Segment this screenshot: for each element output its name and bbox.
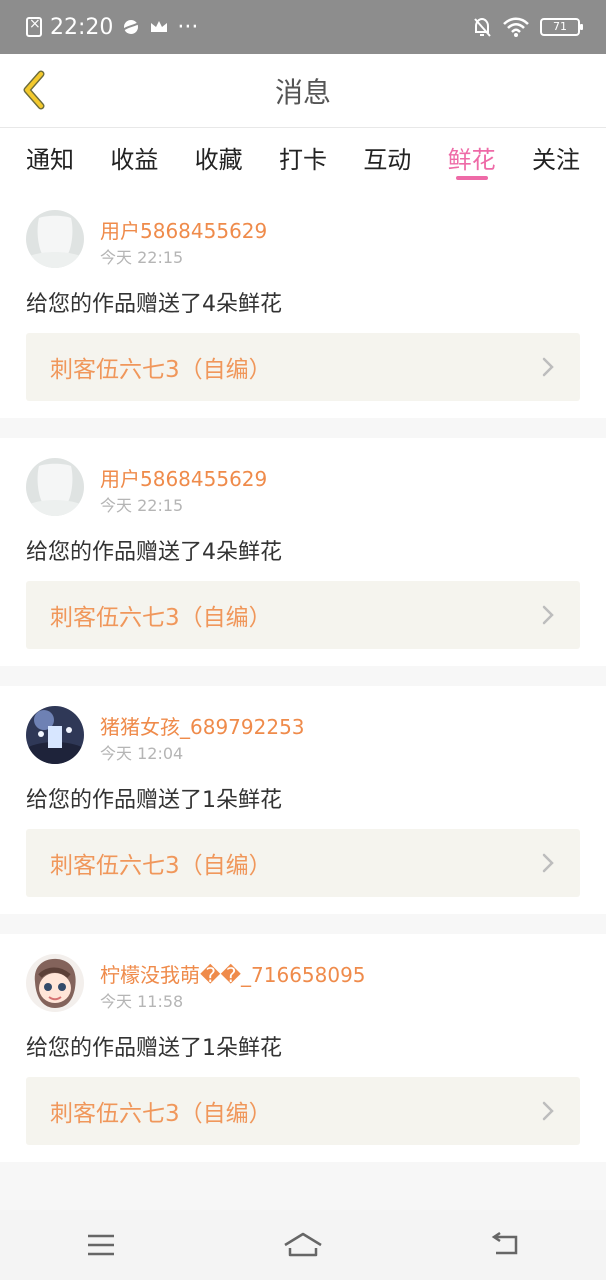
mute-icon xyxy=(474,17,491,37)
back-button[interactable] xyxy=(14,68,54,112)
message-text: 给您的作品赠送了4朵鲜花 xyxy=(26,292,282,317)
work-title: 刺客伍六七3（自编） xyxy=(50,357,272,383)
status-time: 22:20 xyxy=(50,14,114,40)
battery-icon: 71 xyxy=(540,18,583,36)
message-time: 今天 11:58 xyxy=(100,992,184,1011)
chevron-right-icon xyxy=(540,1100,556,1122)
message-text: 给您的作品赠送了1朵鲜花 xyxy=(26,1036,282,1061)
wifi-icon xyxy=(503,17,529,37)
anime-avatar-icon xyxy=(26,954,84,1012)
chevron-right-icon xyxy=(540,604,556,626)
work-link[interactable]: 刺客伍六七3（自编） xyxy=(26,581,580,649)
work-title: 刺客伍六七3（自编） xyxy=(50,605,272,631)
status-more: ··· xyxy=(177,14,199,40)
tab-check-in[interactable]: 打卡 xyxy=(265,128,341,190)
photo-avatar-icon xyxy=(26,706,84,764)
tab-follow[interactable]: 关注 xyxy=(518,128,594,190)
work-title: 刺客伍六七3（自编） xyxy=(50,853,272,879)
username[interactable]: 用户5868455629 xyxy=(100,215,267,244)
menu-icon[interactable] xyxy=(71,1223,131,1267)
message-card: 用户5868455629 今天 22:15 给您的作品赠送了4朵鲜花 刺客伍六七… xyxy=(0,190,606,418)
tab-earnings[interactable]: 收益 xyxy=(96,128,172,190)
username[interactable]: 用户5868455629 xyxy=(100,463,267,492)
flower-message-list: 用户5868455629 今天 22:15 给您的作品赠送了4朵鲜花 刺客伍六七… xyxy=(0,190,606,1182)
navigation-bar: 消息 xyxy=(0,54,606,128)
message-card: 用户5868455629 今天 22:15 给您的作品赠送了4朵鲜花 刺客伍六七… xyxy=(0,438,606,666)
message-text: 给您的作品赠送了4朵鲜花 xyxy=(26,540,282,565)
status-left: 22:20 ··· xyxy=(26,15,198,40)
avatar[interactable] xyxy=(26,954,84,1012)
avatar[interactable] xyxy=(26,210,84,268)
back-icon[interactable] xyxy=(475,1223,535,1267)
crown-icon xyxy=(151,21,168,32)
message-card: 柠檬没我萌��_716658095 今天 11:58 给您的作品赠送了1朵鲜花 … xyxy=(0,934,606,1162)
avatar[interactable] xyxy=(26,706,84,764)
message-text: 给您的作品赠送了1朵鲜花 xyxy=(26,788,282,813)
work-link[interactable]: 刺客伍六七3（自编） xyxy=(26,829,580,897)
sim-off-icon xyxy=(26,16,42,37)
chevron-left-icon xyxy=(23,70,45,110)
chevron-right-icon xyxy=(540,356,556,378)
work-link[interactable]: 刺客伍六七3（自编） xyxy=(26,1077,580,1145)
username[interactable]: 猪猪女孩_689792253 xyxy=(100,711,305,740)
planet-icon xyxy=(122,20,140,34)
work-title: 刺客伍六七3（自编） xyxy=(50,1101,272,1127)
message-time: 今天 22:15 xyxy=(100,248,184,267)
default-avatar-icon xyxy=(26,458,84,516)
tab-flowers[interactable]: 鲜花 xyxy=(434,128,510,190)
tab-interaction[interactable]: 互动 xyxy=(349,128,425,190)
home-icon[interactable] xyxy=(273,1223,333,1267)
tab-favorites[interactable]: 收藏 xyxy=(181,128,257,190)
message-card: 猪猪女孩_689792253 今天 12:04 给您的作品赠送了1朵鲜花 刺客伍… xyxy=(0,686,606,914)
work-link[interactable]: 刺客伍六七3（自编） xyxy=(26,333,580,401)
message-tabs: 通知 收益 收藏 打卡 互动 鲜花 关注 xyxy=(0,128,606,190)
tab-notice[interactable]: 通知 xyxy=(12,128,88,190)
username[interactable]: 柠檬没我萌��_716658095 xyxy=(100,959,366,988)
avatar[interactable] xyxy=(26,458,84,516)
default-avatar-icon xyxy=(26,210,84,268)
message-time: 今天 12:04 xyxy=(100,744,184,763)
status-bar: 22:20 ··· 71 xyxy=(0,0,606,54)
status-right: 71 xyxy=(472,16,583,38)
message-time: 今天 22:15 xyxy=(100,496,184,515)
page-title: 消息 xyxy=(274,75,331,109)
chevron-right-icon xyxy=(540,852,556,874)
system-navigation-bar xyxy=(0,1210,606,1280)
